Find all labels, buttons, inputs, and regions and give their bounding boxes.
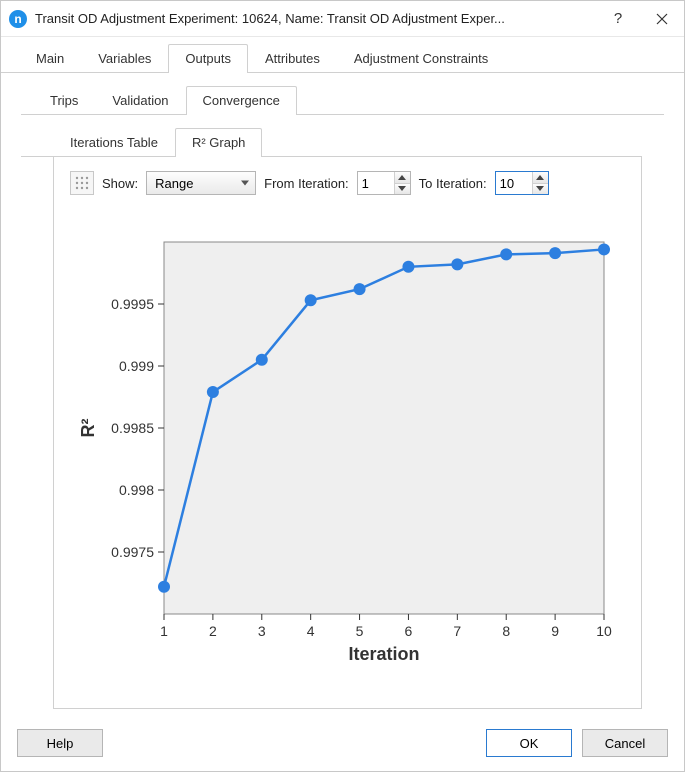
tab-main[interactable]: Main: [19, 44, 81, 73]
outer-tabstrip: Main Variables Outputs Attributes Adjust…: [1, 37, 684, 73]
svg-text:7: 7: [453, 623, 461, 639]
app-icon: n: [9, 10, 27, 28]
help-button-footer[interactable]: Help: [17, 729, 103, 757]
svg-text:10: 10: [596, 623, 612, 639]
subtab-convergence[interactable]: Convergence: [186, 86, 297, 115]
chart-controls: Show: Range From Iteration: To Iteration…: [70, 171, 627, 195]
cancel-button[interactable]: Cancel: [582, 729, 668, 757]
svg-text:8: 8: [502, 623, 510, 639]
to-iteration-label: To Iteration:: [419, 176, 487, 191]
to-iteration-input[interactable]: [496, 172, 532, 194]
sub2tab-r2-graph[interactable]: R² Graph: [175, 128, 262, 157]
svg-text:0.9995: 0.9995: [111, 296, 154, 312]
dialog-footer: Help OK Cancel: [1, 719, 684, 771]
tab-adjustment-constraints[interactable]: Adjustment Constraints: [337, 44, 505, 73]
spinner-down-icon[interactable]: [395, 184, 410, 195]
grid-toggle-button[interactable]: [70, 171, 94, 195]
content-area: Trips Validation Convergence Iterations …: [1, 73, 684, 719]
svg-text:4: 4: [306, 623, 314, 639]
spinner-down-icon[interactable]: [533, 184, 548, 195]
grid-icon: [75, 176, 89, 190]
svg-text:R²: R²: [78, 418, 98, 437]
dialog-window: n Transit OD Adjustment Experiment: 1062…: [0, 0, 685, 772]
chart-panel: Show: Range From Iteration: To Iteration…: [53, 157, 642, 709]
close-button[interactable]: [640, 1, 684, 37]
spinner-up-icon[interactable]: [533, 172, 548, 184]
spinner-arrows[interactable]: [532, 172, 548, 194]
svg-text:0.9975: 0.9975: [111, 544, 154, 560]
show-label: Show:: [102, 176, 138, 191]
sub2tab-iterations-table[interactable]: Iterations Table: [53, 128, 175, 157]
spinner-arrows[interactable]: [394, 172, 410, 194]
sub-tabstrip: Trips Validation Convergence: [21, 81, 664, 115]
tab-outputs[interactable]: Outputs: [168, 44, 248, 73]
from-iteration-label: From Iteration:: [264, 176, 349, 191]
to-iteration-spinner[interactable]: [495, 171, 549, 195]
show-mode-select[interactable]: Range: [146, 171, 256, 195]
subtab-validation[interactable]: Validation: [95, 86, 185, 115]
svg-text:3: 3: [257, 623, 265, 639]
chart-svg: 1 2 3 4 5 6 7 8 9 10 0.9975 0.998 0.9985 0.999 0.9995 I…: [78, 230, 618, 670]
sub2-tabstrip: Iterations Table R² Graph: [21, 115, 642, 157]
close-icon: [656, 13, 668, 25]
svg-text:5: 5: [355, 623, 363, 639]
from-iteration-input[interactable]: [358, 172, 394, 194]
from-iteration-spinner[interactable]: [357, 171, 411, 195]
svg-text:2: 2: [208, 623, 216, 639]
svg-text:0.999: 0.999: [118, 358, 153, 374]
spinner-up-icon[interactable]: [395, 172, 410, 184]
svg-text:Iteration: Iteration: [348, 644, 419, 664]
window-title: Transit OD Adjustment Experiment: 10624,…: [35, 11, 596, 26]
subtab-trips[interactable]: Trips: [33, 86, 95, 115]
titlebar: n Transit OD Adjustment Experiment: 1062…: [1, 1, 684, 37]
svg-text:1: 1: [160, 623, 168, 639]
ok-button[interactable]: OK: [486, 729, 572, 757]
svg-text:0.998: 0.998: [118, 482, 153, 498]
svg-text:9: 9: [551, 623, 559, 639]
tab-variables[interactable]: Variables: [81, 44, 168, 73]
svg-text:6: 6: [404, 623, 412, 639]
help-button[interactable]: ?: [596, 1, 640, 37]
chart-plot: 1 2 3 4 5 6 7 8 9 10 0.9975 0.998 0.9985 0.999 0.9995 I…: [68, 203, 627, 690]
tab-attributes[interactable]: Attributes: [248, 44, 337, 73]
svg-text:0.9985: 0.9985: [111, 420, 154, 436]
